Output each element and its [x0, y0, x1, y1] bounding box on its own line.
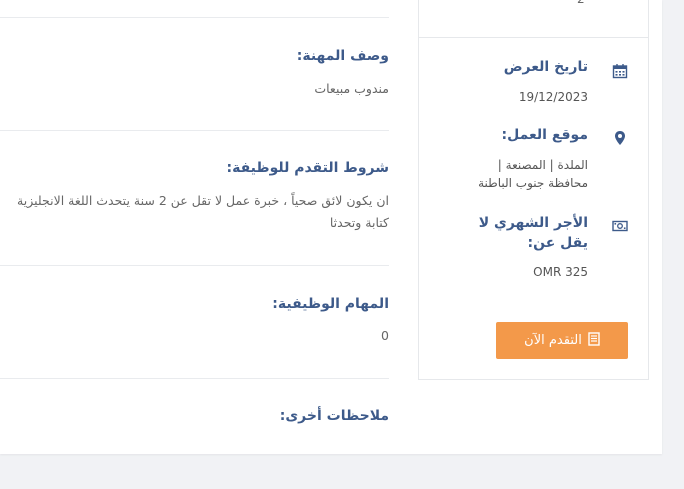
offer-date-value: 19/12/2023 [518, 90, 588, 104]
divider [0, 17, 389, 18]
tasks-title: المهام الوظيفية: [272, 296, 389, 312]
requirements-title: شروط التقدم للوظيفة: [226, 160, 389, 176]
tasks-text: 0 [381, 328, 389, 343]
apply-now-button[interactable]: التقدم الآن [496, 322, 628, 359]
salary-value: OMR 325 [533, 265, 588, 279]
requirements-text-line2: كتابة وتحدثا [329, 215, 389, 230]
location-line2: محافظة جنوب الباطنة [478, 176, 588, 190]
notes-title: ملاحظات أخرى: [279, 408, 389, 424]
divider [0, 378, 389, 379]
apply-now-label: التقدم الآن [524, 333, 582, 348]
divider [0, 130, 389, 131]
location-line1: الملدة | المصنعة | [497, 158, 588, 172]
calendar-icon [612, 63, 628, 79]
job-description-text: مندوب مبيعات [314, 81, 389, 96]
requirements-text-line1: ان يكون لائق صحياً ، خبرة عمل لا تقل عن … [17, 193, 389, 208]
location-label: موقع العمل: [501, 127, 589, 143]
top-value: 2 [577, 0, 585, 6]
salary-label-line2: يقل عن: [527, 235, 588, 251]
divider [419, 37, 648, 38]
salary-label-line1: الأجر الشهري لا [478, 215, 588, 231]
document-icon [588, 331, 600, 350]
job-description-title: وصف المهنة: [296, 48, 389, 64]
job-details-main: وصف المهنة: مندوب مبيعات شروط التقدم للو… [0, 0, 389, 454]
divider [0, 265, 389, 266]
job-details-card: وصف المهنة: مندوب مبيعات شروط التقدم للو… [0, 0, 662, 454]
job-summary-sidebar: 2 تاريخ العرض 19/12/2023 [418, 0, 649, 380]
money-icon [612, 218, 628, 234]
map-pin-icon [612, 130, 628, 146]
offer-date-label: تاريخ العرض [503, 59, 588, 75]
